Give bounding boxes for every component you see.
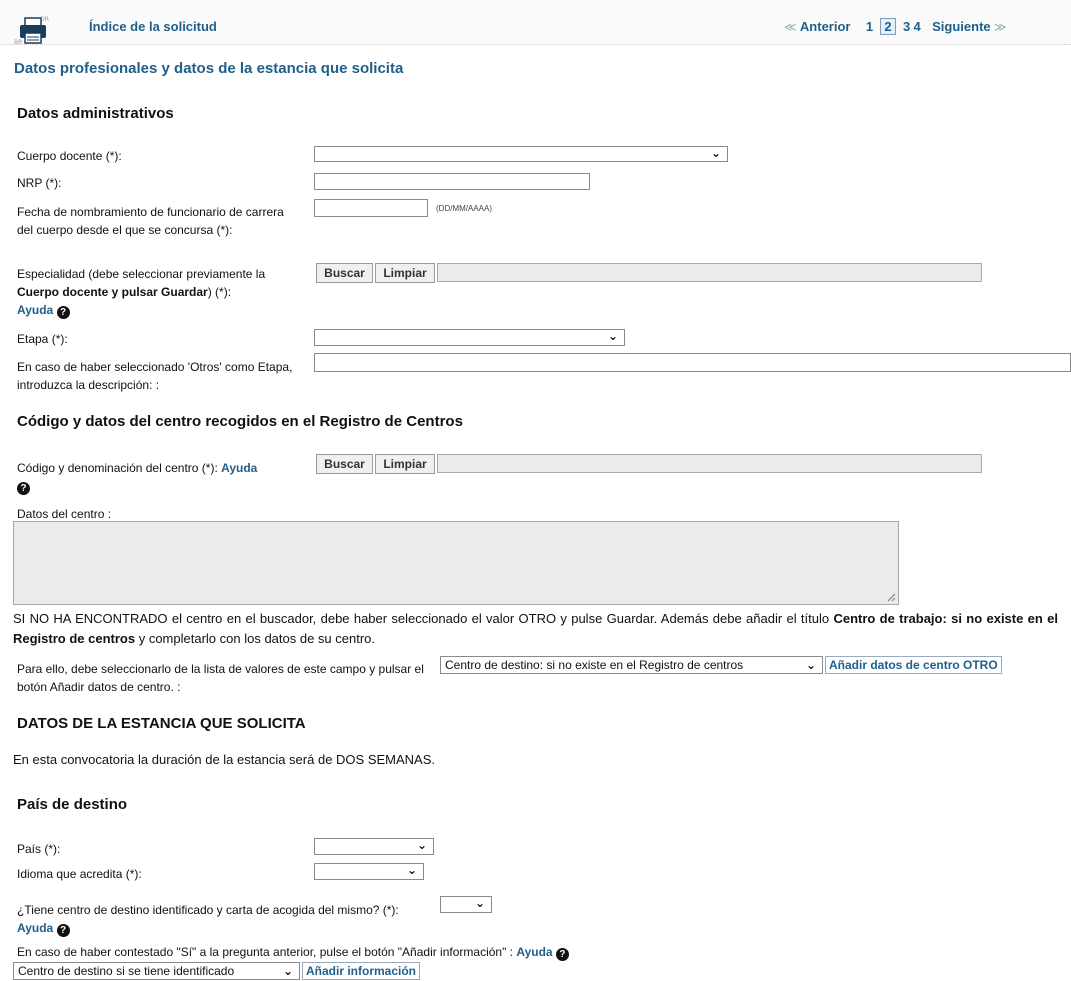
idioma-label: Idioma que acredita (*): xyxy=(17,867,142,881)
etapa-label: Etapa (*): xyxy=(17,332,68,346)
resize-handle-icon[interactable] xyxy=(886,592,896,602)
page-link-3[interactable]: 3 xyxy=(903,19,910,34)
especialidad-label-tail: ) (*): xyxy=(207,285,232,299)
especialidad-search-button[interactable]: Buscar xyxy=(316,263,373,283)
estancia-text: En esta convocatoria la duración de la e… xyxy=(13,752,435,767)
page-link-2[interactable]: 2 xyxy=(880,18,896,35)
section-heading-centro: Código y datos del centro recogidos en e… xyxy=(17,413,463,430)
caso-help-link[interactable]: Ayuda xyxy=(516,945,552,959)
especialidad-help-link[interactable]: Ayuda xyxy=(17,303,53,317)
index-link[interactable]: Índice de la solicitud xyxy=(89,19,217,34)
next-arrow-icon[interactable]: ≫ xyxy=(994,20,1007,34)
page-link-1[interactable]: 1 xyxy=(866,19,873,34)
pais-label: País (*): xyxy=(17,842,61,856)
centro-notice-text: SI NO HA ENCONTRADO el centro en el busc… xyxy=(13,611,830,626)
print-icon[interactable]: BR OR xyxy=(14,14,54,46)
centro-notice: SI NO HA ENCONTRADO el centro en el busc… xyxy=(13,609,1058,649)
centro-destino-select[interactable]: Centro de destino: si no existe en el Re… xyxy=(440,656,823,674)
help-question-icon[interactable]: ? xyxy=(555,948,569,961)
codigo-centro-label: Código y denominación del centro (*): Ay… xyxy=(17,459,312,495)
next-link[interactable]: Siguiente xyxy=(932,19,991,34)
cuerpo-docente-select[interactable]: ⌄ xyxy=(314,146,728,162)
codigo-centro-label-text: Código y denominación del centro (*): xyxy=(17,461,218,475)
pagination: ≪ Anterior 1 2 3 4 Siguiente ≫ xyxy=(784,18,1007,35)
especialidad-clear-button[interactable]: Limpiar xyxy=(375,263,435,283)
centro-destino-select-value: Centro de destino: si no existe en el Re… xyxy=(445,658,744,672)
centro-identificado-select[interactable]: Centro de destino si se tiene identifica… xyxy=(13,962,300,980)
prev-link[interactable]: Anterior xyxy=(800,19,851,34)
pais-select[interactable]: ⌄ xyxy=(314,838,434,855)
etapa-select[interactable]: ⌄ xyxy=(314,329,625,346)
otros-label: En caso de haber seleccionado 'Otros' co… xyxy=(17,360,293,392)
help-question-icon[interactable]: ? xyxy=(56,306,70,319)
chevron-down-icon: ⌄ xyxy=(416,838,427,852)
especialidad-label-bold: Cuerpo docente y pulsar Guardar xyxy=(17,285,208,299)
cuerpo-docente-label: Cuerpo docente (*): xyxy=(17,149,122,163)
tiene-centro-label-text: ¿Tiene centro de destino identificado y … xyxy=(17,903,399,917)
otros-description-input[interactable] xyxy=(314,353,1071,372)
help-question-icon[interactable]: ? xyxy=(56,924,70,937)
chevron-down-icon: ⌄ xyxy=(805,658,816,672)
section-heading-admin: Datos administrativos xyxy=(17,105,174,122)
page-title: Datos profesionales y datos de la estanc… xyxy=(14,60,404,77)
tiene-help-link[interactable]: Ayuda xyxy=(17,921,53,935)
chevron-down-icon: ⌄ xyxy=(710,146,721,160)
datos-centro-textarea xyxy=(13,521,899,605)
chevron-down-icon: ⌄ xyxy=(607,329,618,343)
add-centro-otro-button[interactable]: Añadir datos de centro OTRO xyxy=(825,656,1002,674)
centro-clear-button[interactable]: Limpiar xyxy=(375,454,435,474)
idioma-select[interactable]: ⌄ xyxy=(314,863,424,880)
fecha-input[interactable] xyxy=(314,199,428,217)
caso-label: En caso de haber contestado "Sí" a la pr… xyxy=(17,943,569,961)
add-informacion-button[interactable]: Añadir información xyxy=(302,962,421,980)
chevron-down-icon: ⌄ xyxy=(406,863,417,877)
centro-readonly-field xyxy=(437,454,982,473)
nrp-input[interactable] xyxy=(314,173,590,190)
fecha-format-hint: (DD/MM/AAAA) xyxy=(436,204,492,213)
tiene-centro-label: ¿Tiene centro de destino identificado y … xyxy=(17,901,407,937)
section-heading-estancia: DATOS DE LA ESTANCIA QUE SOLICITA xyxy=(17,715,306,732)
section-heading-pais: País de destino xyxy=(17,796,128,813)
caso-label-text: En caso de haber contestado "Sí" a la pr… xyxy=(17,945,514,959)
especialidad-label: Especialidad (debe seleccionar previamen… xyxy=(17,265,307,319)
centro-search-button[interactable]: Buscar xyxy=(316,454,373,474)
centro-identificado-select-value: Centro de destino si se tiene identifica… xyxy=(18,964,235,978)
fecha-label: Fecha de nombramiento de funcionario de … xyxy=(17,205,284,237)
tiene-centro-select[interactable]: ⌄ xyxy=(440,896,492,913)
especialidad-readonly-field xyxy=(437,263,982,282)
prev-arrow-icon[interactable]: ≪ xyxy=(784,20,797,34)
svg-text:BR: BR xyxy=(14,39,22,46)
nrp-label: NRP (*): xyxy=(17,176,62,190)
page-link-4[interactable]: 4 xyxy=(914,19,921,34)
help-question-icon[interactable]: ? xyxy=(17,482,30,495)
codigo-help-link[interactable]: Ayuda xyxy=(221,461,257,475)
centro-notice-tail: y completarlo con los datos de su centro… xyxy=(138,631,376,646)
chevron-down-icon: ⌄ xyxy=(282,964,293,978)
chevron-down-icon: ⌄ xyxy=(474,896,485,910)
para-ello-label: Para ello, debe seleccionarlo de la list… xyxy=(17,662,424,694)
especialidad-label-text: Especialidad (debe seleccionar previamen… xyxy=(17,267,266,281)
